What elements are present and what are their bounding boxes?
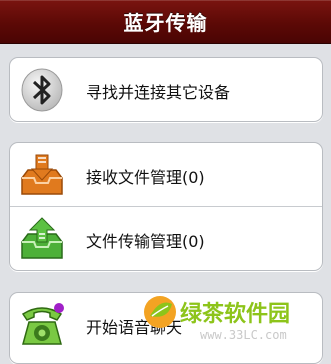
file-group: 接收文件管理(0) 文件传输管理(0)	[9, 142, 323, 271]
find-devices-label: 寻找并连接其它设备	[86, 83, 231, 102]
voice-chat-item[interactable]: 开始语音聊天	[10, 293, 322, 356]
receive-files-item[interactable]: 接收文件管理(0)	[10, 143, 322, 206]
phone-icon	[17, 301, 67, 349]
receive-file-icon	[17, 151, 67, 199]
voice-chat-label: 开始语音聊天	[86, 318, 183, 337]
page-title: 蓝牙传输	[123, 11, 208, 35]
upload-file-icon	[17, 215, 67, 263]
voice-group: 开始语音聊天	[9, 292, 323, 364]
title-bar: 蓝牙传输	[0, 0, 331, 44]
bluetooth-group: 寻找并连接其它设备	[9, 57, 323, 122]
bluetooth-icon	[17, 66, 67, 114]
transfer-files-label: 文件传输管理(0)	[86, 232, 205, 251]
find-devices-item[interactable]: 寻找并连接其它设备	[10, 58, 322, 121]
receive-files-label: 接收文件管理(0)	[86, 168, 205, 187]
transfer-files-item[interactable]: 文件传输管理(0)	[10, 206, 322, 270]
